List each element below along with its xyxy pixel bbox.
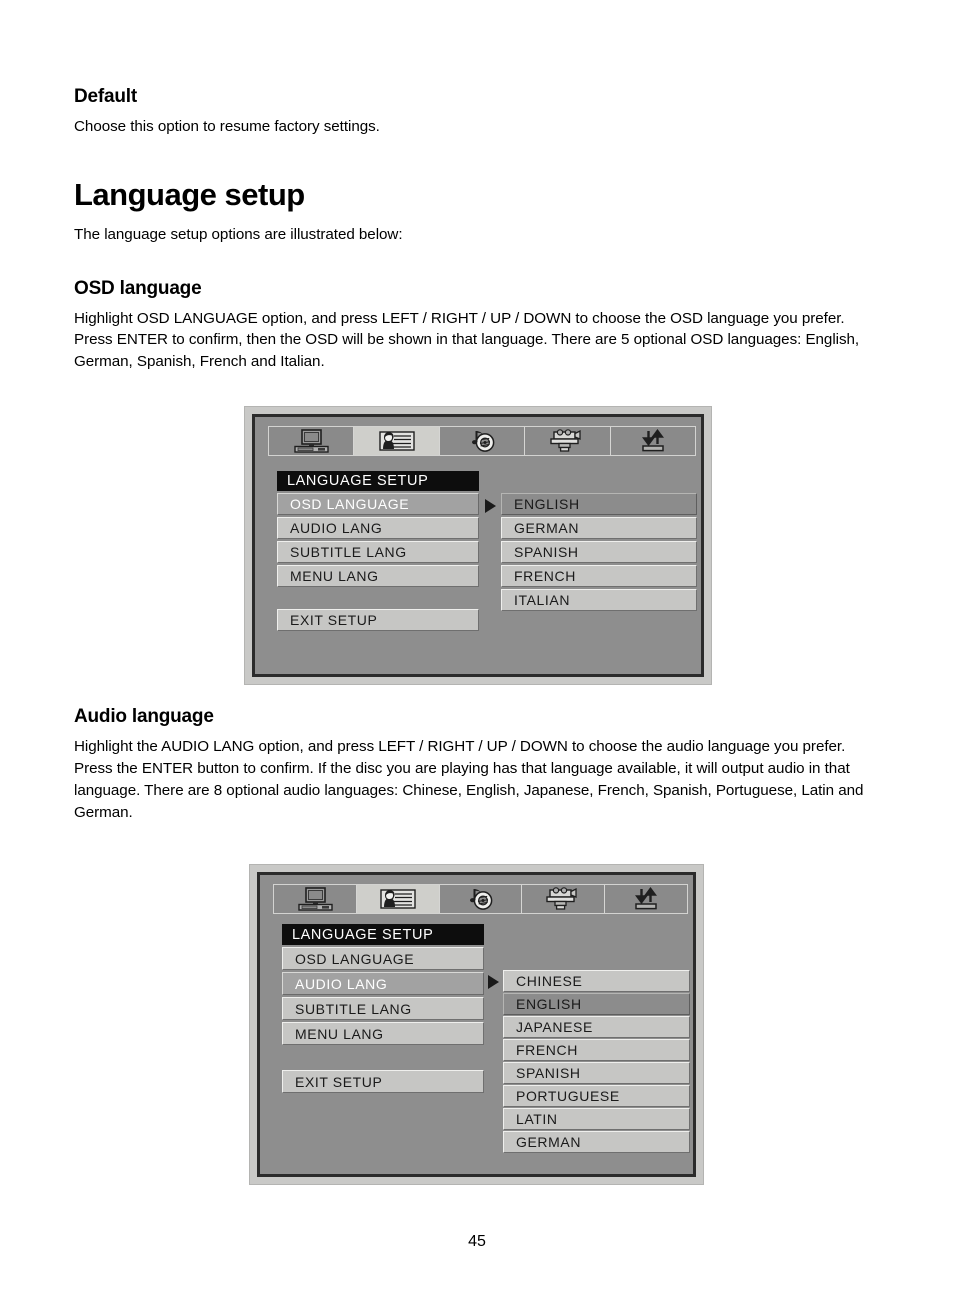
tab-video-setup-2[interactable] [522,885,606,913]
heading-osd-language: OSD language [74,277,202,299]
updown-arrows-icon [641,429,664,452]
heading-default: Default [74,86,137,107]
tab-audio-setup-2[interactable] [439,885,523,913]
option-chinese[interactable]: CHINESE [503,970,690,992]
paragraph-language-setup: The language setup options are illustrat… [74,225,403,243]
menu-item-subtitle-lang-2[interactable]: SUBTITLE LANG [282,997,484,1020]
menu-item-osd-language[interactable]: OSD LANGUAGE [277,493,479,515]
page-number: 45 [468,1233,486,1250]
menu-title: LANGUAGE SETUP [277,471,479,491]
menu-item-audio-lang-2[interactable]: AUDIO LANG [282,972,484,995]
tab-language-setup-2[interactable] [356,885,440,913]
manual-page: Default Choose this option to resume fac… [0,0,954,1307]
option-japanese[interactable]: JAPANESE [503,1016,690,1038]
camcorder-icon [546,887,577,910]
tab-language-setup[interactable] [354,427,440,455]
osd-frame-outer: LANGUAGE SETUP OSD LANGUAGE AUDIO LANG S… [244,406,712,685]
exit-setup-button-2[interactable]: EXIT SETUP [282,1070,484,1093]
menu-item-audio-lang[interactable]: AUDIO LANG [277,517,479,539]
document-body: Default Choose this option to resume fac… [74,86,874,379]
option-spanish-2[interactable]: SPANISH [503,1062,690,1084]
menu-item-menu-lang-2[interactable]: MENU LANG [282,1022,484,1045]
option-french-2[interactable]: FRENCH [503,1039,690,1061]
tab-video-setup[interactable] [525,427,611,455]
audio-disc-icon [470,889,493,910]
menu-item-menu-lang[interactable]: MENU LANG [277,565,479,587]
figure-audio-language-menu: LANGUAGE SETUP OSD LANGUAGE AUDIO LANG S… [249,864,704,1185]
osd-options-column-2: CHINESE ENGLISH JAPANESE FRENCH SPANISH … [503,970,690,1153]
osd-frame-outer-2: LANGUAGE SETUP OSD LANGUAGE AUDIO LANG S… [249,864,704,1185]
menu-item-subtitle-lang[interactable]: SUBTITLE LANG [277,541,479,563]
osd-menu-column-2: LANGUAGE SETUP OSD LANGUAGE AUDIO LANG S… [282,924,484,1093]
menu-title-2: LANGUAGE SETUP [282,924,484,945]
camcorder-icon [550,429,582,452]
osd-tabbar-2 [273,884,688,914]
selection-pointer-icon [485,499,496,513]
exit-setup-button[interactable]: EXIT SETUP [277,609,479,631]
option-spanish[interactable]: SPANISH [501,541,697,563]
monitor-icon [298,887,333,911]
option-english-2[interactable]: ENGLISH [503,993,690,1015]
updown-arrows-icon [635,887,658,910]
menu-item-osd-language-2[interactable]: OSD LANGUAGE [282,947,484,970]
option-portuguese[interactable]: PORTUGUESE [503,1085,690,1107]
tab-audio-setup[interactable] [439,427,526,455]
paragraph-osd-language: Highlight OSD LANGUAGE option, and press… [74,309,860,371]
osd-options-column: ENGLISH GERMAN SPANISH FRENCH ITALIAN [501,493,697,611]
option-italian[interactable]: ITALIAN [501,589,697,611]
audio-language-block: Audio language Highlight the AUDIO LANG … [74,706,874,829]
osd-tabbar [268,426,696,456]
option-english[interactable]: ENGLISH [501,493,697,515]
language-person-icon [378,431,415,451]
option-german-2[interactable]: GERMAN [503,1131,690,1153]
paragraph-audio-language: Highlight the AUDIO LANG option, and pre… [74,737,864,821]
tab-general-setup-2[interactable] [274,885,357,913]
option-german[interactable]: GERMAN [501,517,697,539]
heading-language-setup: Language setup [74,176,305,212]
figure-osd-language-menu: LANGUAGE SETUP OSD LANGUAGE AUDIO LANG S… [244,406,712,685]
osd-menu-column: LANGUAGE SETUP OSD LANGUAGE AUDIO LANG S… [277,471,479,631]
heading-audio-language: Audio language [74,706,214,727]
audio-disc-icon [472,431,495,452]
monitor-icon [294,429,329,453]
tab-preference-setup-2[interactable] [605,885,687,913]
tab-preference-setup[interactable] [610,427,696,455]
language-person-icon [379,889,416,909]
option-french[interactable]: FRENCH [501,565,697,587]
selection-pointer-icon-2 [488,975,499,989]
option-latin[interactable]: LATIN [503,1108,690,1130]
tab-general-setup[interactable] [269,427,355,455]
osd-screen: LANGUAGE SETUP OSD LANGUAGE AUDIO LANG S… [252,414,704,677]
osd-screen-2: LANGUAGE SETUP OSD LANGUAGE AUDIO LANG S… [257,872,696,1177]
paragraph-default: Choose this option to resume factory set… [74,117,380,135]
